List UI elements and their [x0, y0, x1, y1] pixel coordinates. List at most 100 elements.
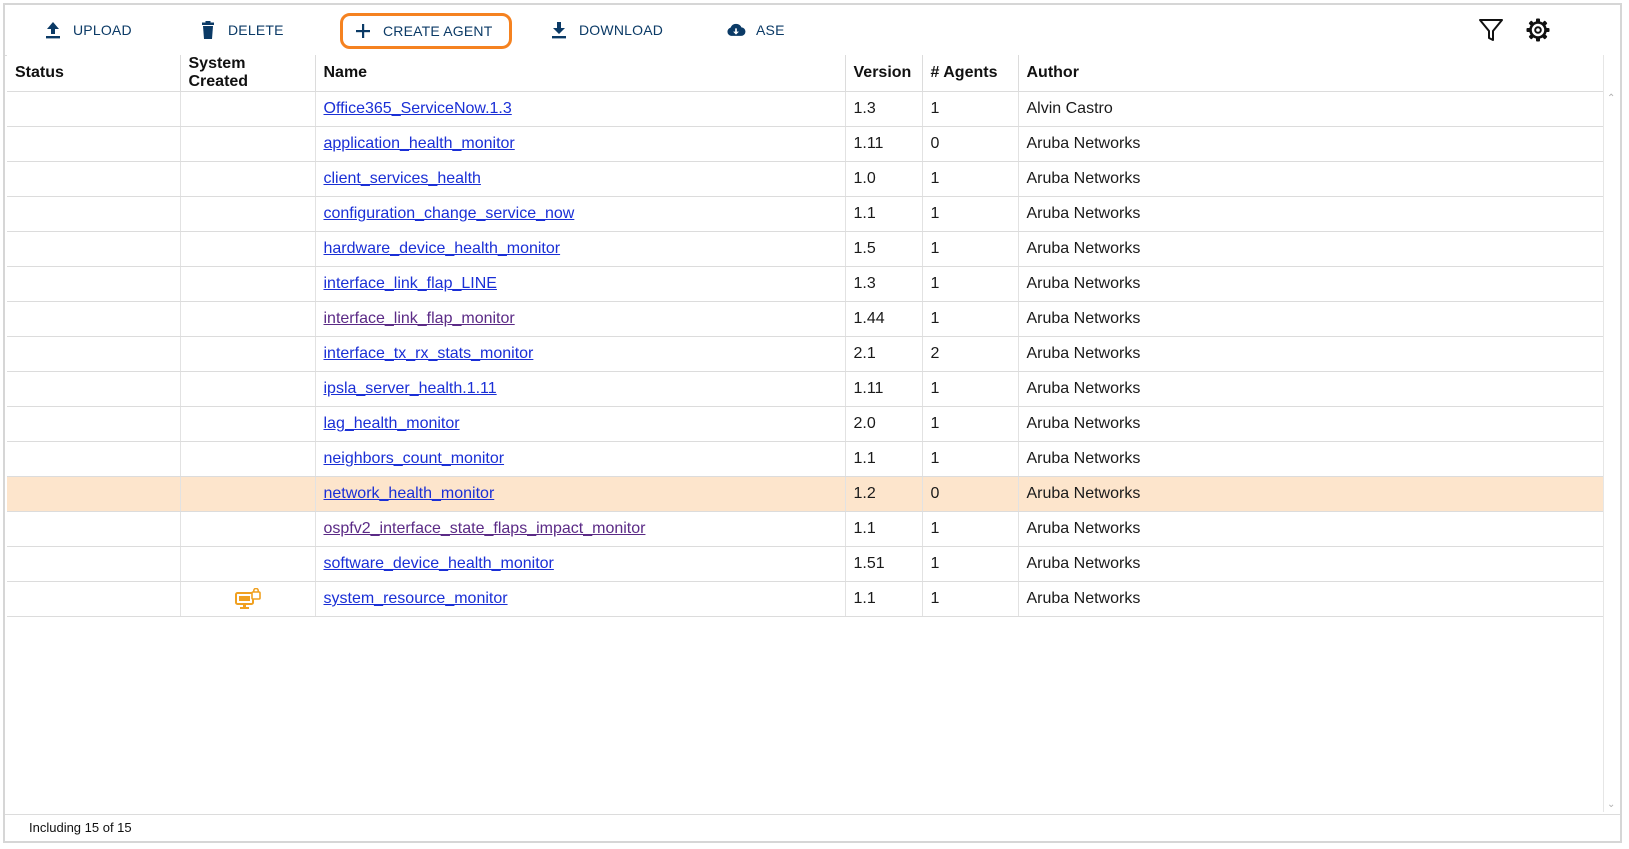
script-name-link[interactable]: ipsla_server_health.1.11	[324, 380, 497, 397]
column-header-system-created[interactable]: System Created	[180, 55, 316, 92]
script-name-link[interactable]: application_health_monitor	[324, 135, 515, 152]
column-header-agents[interactable]: # Agents	[922, 55, 1019, 92]
version-cell: 1.5	[845, 231, 923, 267]
script-name-link[interactable]: client_services_health	[324, 170, 481, 187]
status-cell	[7, 581, 181, 617]
toolbar: UPLOAD DELETE CREATE AGENT DOWNLOAD ASE	[5, 5, 1620, 56]
version-cell: 1.3	[845, 266, 923, 302]
status-cell	[7, 196, 181, 232]
status-cell	[7, 441, 181, 477]
author-cell: Aruba Networks	[1018, 581, 1607, 617]
status-bar: Including 15 of 15	[5, 814, 1620, 841]
status-cell	[7, 476, 181, 512]
agents-cell: 1	[922, 406, 1019, 442]
delete-button[interactable]: DELETE	[198, 15, 284, 45]
column-header-name[interactable]: Name	[315, 55, 846, 92]
system-created-cell	[180, 406, 316, 442]
script-name-link[interactable]: system_resource_monitor	[324, 590, 508, 607]
version-cell: 1.44	[845, 301, 923, 337]
ase-button[interactable]: ASE	[726, 15, 785, 45]
status-cell	[7, 266, 181, 302]
scroll-down-icon[interactable]: ⌄	[1607, 799, 1615, 810]
table-row[interactable]: interface_link_flap_monitor 1.44 1 Aruba…	[7, 301, 1607, 337]
table-row-selected[interactable]: network_health_monitor 1.2 0 Aruba Netwo…	[7, 476, 1607, 512]
table-row[interactable]: interface_tx_rx_stats_monitor 2.1 2 Arub…	[7, 336, 1607, 372]
system-created-cell	[180, 581, 316, 617]
author-cell: Aruba Networks	[1018, 476, 1607, 512]
agents-cell: 1	[922, 511, 1019, 547]
agents-cell: 1	[922, 196, 1019, 232]
column-header-version[interactable]: Version	[845, 55, 923, 92]
script-name-link[interactable]: ospfv2_interface_state_flaps_impact_moni…	[324, 520, 646, 537]
table-row[interactable]: client_services_health 1.0 1 Aruba Netwo…	[7, 161, 1607, 197]
table-row[interactable]: hardware_device_health_monitor 1.5 1 Aru…	[7, 231, 1607, 267]
name-cell: Office365_ServiceNow.1.3	[315, 91, 846, 127]
table-row[interactable]: Office365_ServiceNow.1.3 1.3 1 Alvin Cas…	[7, 91, 1607, 127]
column-header-author[interactable]: Author	[1018, 55, 1607, 92]
version-cell: 1.1	[845, 196, 923, 232]
column-header-status[interactable]: Status	[7, 55, 181, 92]
script-name-link[interactable]: lag_health_monitor	[324, 415, 460, 432]
table-row[interactable]: neighbors_count_monitor 1.1 1 Aruba Netw…	[7, 441, 1607, 477]
system-created-cell	[180, 476, 316, 512]
author-cell: Aruba Networks	[1018, 196, 1607, 232]
table-row[interactable]: lag_health_monitor 2.0 1 Aruba Networks	[7, 406, 1607, 442]
table-row[interactable]: ipsla_server_health.1.11 1.11 1 Aruba Ne…	[7, 371, 1607, 407]
system-created-cell	[180, 441, 316, 477]
author-cell: Aruba Networks	[1018, 161, 1607, 197]
upload-label: UPLOAD	[73, 22, 132, 38]
author-cell: Aruba Networks	[1018, 546, 1607, 582]
system-created-cell	[180, 196, 316, 232]
table-row[interactable]: interface_link_flap_LINE 1.3 1 Aruba Net…	[7, 266, 1607, 302]
agents-cell: 1	[922, 161, 1019, 197]
system-created-cell	[180, 91, 316, 127]
status-cell	[7, 406, 181, 442]
table-row[interactable]: software_device_health_monitor 1.51 1 Ar…	[7, 546, 1607, 582]
status-cell	[7, 231, 181, 267]
version-cell: 2.0	[845, 406, 923, 442]
script-name-link[interactable]: neighbors_count_monitor	[324, 450, 505, 467]
agents-cell: 1	[922, 581, 1019, 617]
name-cell: hardware_device_health_monitor	[315, 231, 846, 267]
script-name-link[interactable]: Office365_ServiceNow.1.3	[324, 100, 512, 117]
create-agent-button[interactable]: CREATE AGENT	[340, 13, 512, 49]
script-name-link[interactable]: hardware_device_health_monitor	[324, 240, 561, 257]
author-cell: Aruba Networks	[1018, 301, 1607, 337]
script-name-link[interactable]: interface_tx_rx_stats_monitor	[324, 345, 534, 362]
download-button[interactable]: DOWNLOAD	[549, 15, 663, 45]
scroll-up-icon[interactable]: ⌃	[1607, 93, 1615, 104]
trash-icon	[198, 20, 218, 40]
agents-cell: 1	[922, 231, 1019, 267]
name-cell: neighbors_count_monitor	[315, 441, 846, 477]
agents-cell: 1	[922, 371, 1019, 407]
author-cell: Aruba Networks	[1018, 231, 1607, 267]
table-row[interactable]: ospfv2_interface_state_flaps_impact_moni…	[7, 511, 1607, 547]
script-name-link[interactable]: interface_link_flap_monitor	[324, 310, 515, 327]
system-created-cell	[180, 336, 316, 372]
agents-cell: 1	[922, 546, 1019, 582]
filter-icon[interactable]	[1478, 17, 1504, 43]
agents-cell: 0	[922, 126, 1019, 162]
agents-cell: 1	[922, 266, 1019, 302]
author-cell: Aruba Networks	[1018, 126, 1607, 162]
script-name-link[interactable]: network_health_monitor	[324, 485, 495, 502]
script-name-link[interactable]: interface_link_flap_LINE	[324, 275, 497, 292]
name-cell: software_device_health_monitor	[315, 546, 846, 582]
table-row[interactable]: configuration_change_service_now 1.1 1 A…	[7, 196, 1607, 232]
author-cell: Aruba Networks	[1018, 336, 1607, 372]
status-cell	[7, 336, 181, 372]
name-cell: configuration_change_service_now	[315, 196, 846, 232]
version-cell: 2.1	[845, 336, 923, 372]
table-row[interactable]: system_resource_monitor 1.1 1 Aruba Netw…	[7, 581, 1607, 617]
system-created-cell	[180, 231, 316, 267]
script-name-link[interactable]: software_device_health_monitor	[324, 555, 554, 572]
table-row[interactable]: application_health_monitor 1.11 0 Aruba …	[7, 126, 1607, 162]
version-cell: 1.1	[845, 511, 923, 547]
agents-cell: 2	[922, 336, 1019, 372]
system-created-cell	[180, 161, 316, 197]
vertical-scrollbar[interactable]: ⌃ ⌄	[1603, 55, 1620, 812]
version-cell: 1.11	[845, 371, 923, 407]
script-name-link[interactable]: configuration_change_service_now	[324, 205, 575, 222]
upload-button[interactable]: UPLOAD	[43, 15, 132, 45]
gear-icon[interactable]	[1525, 17, 1551, 43]
